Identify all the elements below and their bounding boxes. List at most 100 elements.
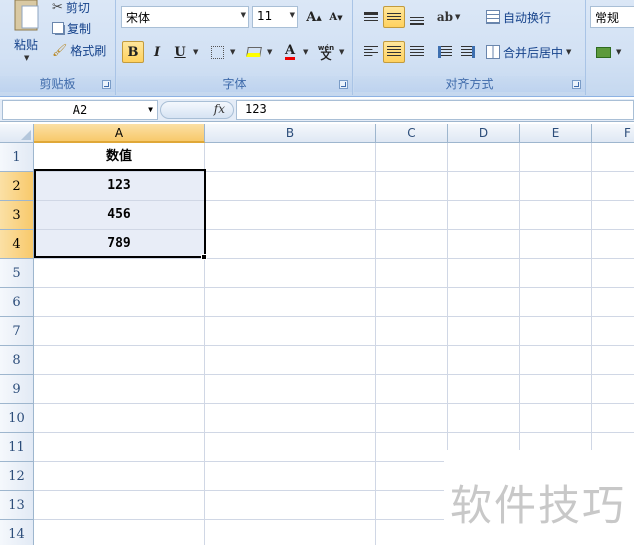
increase-indent-icon[interactable] [457, 41, 479, 63]
cell-c4[interactable] [376, 230, 448, 259]
cell-f8[interactable] [592, 346, 634, 375]
cell-a6[interactable] [34, 288, 205, 317]
cell-a14[interactable] [34, 520, 205, 545]
paste-button[interactable]: 粘贴 ▼ [6, 0, 46, 70]
col-header-e[interactable]: E [520, 124, 592, 143]
cell-a8[interactable] [34, 346, 205, 375]
fill-handle[interactable] [201, 254, 207, 260]
cell-e4[interactable] [520, 230, 592, 259]
row-header-9[interactable]: 9 [0, 375, 34, 404]
paste-dropdown-icon[interactable]: ▼ [24, 54, 29, 62]
cell-c9[interactable] [376, 375, 448, 404]
decrease-font-icon[interactable]: A ▼ [325, 6, 347, 28]
cell-f6[interactable] [592, 288, 634, 317]
col-header-b[interactable]: B [205, 124, 376, 143]
cell-d8[interactable] [448, 346, 520, 375]
align-bottom-icon[interactable] [406, 6, 428, 28]
align-middle-icon[interactable] [383, 6, 405, 28]
cell-d3[interactable] [448, 201, 520, 230]
cell-c6[interactable] [376, 288, 448, 317]
cell-b9[interactable] [205, 375, 376, 404]
row-header-1[interactable]: 1 [0, 143, 34, 172]
row-header-8[interactable]: 8 [0, 346, 34, 375]
cell-b5[interactable] [205, 259, 376, 288]
cell-a5[interactable] [34, 259, 205, 288]
col-header-c[interactable]: C [376, 124, 448, 143]
cell-c14[interactable] [376, 520, 448, 545]
col-header-f[interactable]: F [592, 124, 634, 143]
cell-f7[interactable] [592, 317, 634, 346]
cell-d4[interactable] [448, 230, 520, 259]
cell-b6[interactable] [205, 288, 376, 317]
fill-color-icon[interactable] [243, 41, 265, 63]
orientation-dropdown-icon[interactable]: ▼ [455, 13, 460, 21]
fill-color-dropdown-icon[interactable]: ▼ [267, 48, 272, 56]
cell-c7[interactable] [376, 317, 448, 346]
cell-e6[interactable] [520, 288, 592, 317]
row-header-13[interactable]: 13 [0, 491, 34, 520]
name-box-dropdown-icon[interactable]: ▼ [148, 101, 153, 119]
cell-b10[interactable] [205, 404, 376, 433]
phonetic-icon[interactable]: wén 文 [315, 41, 337, 63]
italic-button[interactable]: I [146, 41, 168, 63]
formula-input[interactable]: 123 [236, 100, 634, 120]
increase-font-icon[interactable]: A ▲ [303, 6, 325, 28]
cell-f1[interactable] [592, 143, 634, 172]
cell-d7[interactable] [448, 317, 520, 346]
cell-a3[interactable]: 456 [34, 201, 205, 230]
number-format-combo[interactable]: 常规 [590, 6, 634, 28]
cell-d5[interactable] [448, 259, 520, 288]
cell-c13[interactable] [376, 491, 448, 520]
cell-c10[interactable] [376, 404, 448, 433]
cell-b13[interactable] [205, 491, 376, 520]
row-header-5[interactable]: 5 [0, 259, 34, 288]
cell-a2[interactable]: 123 [34, 172, 205, 201]
cell-a11[interactable] [34, 433, 205, 462]
cell-b7[interactable] [205, 317, 376, 346]
row-header-11[interactable]: 11 [0, 433, 34, 462]
cell-c3[interactable] [376, 201, 448, 230]
align-center-icon[interactable] [383, 41, 405, 63]
row-header-3[interactable]: 3 [0, 201, 34, 230]
cell-e2[interactable] [520, 172, 592, 201]
merge-center-dropdown-icon[interactable]: ▼ [566, 48, 571, 56]
align-right-icon[interactable] [406, 41, 428, 63]
cell-f9[interactable] [592, 375, 634, 404]
decrease-indent-icon[interactable] [434, 41, 456, 63]
row-header-4[interactable]: 4 [0, 230, 34, 259]
cell-e1[interactable] [520, 143, 592, 172]
orientation-icon[interactable]: ab [434, 6, 456, 28]
align-left-icon[interactable] [360, 41, 382, 63]
cell-a1[interactable]: 数值 [34, 143, 205, 172]
cell-d1[interactable] [448, 143, 520, 172]
name-box[interactable]: A2 ▼ [2, 100, 158, 120]
cell-d10[interactable] [448, 404, 520, 433]
row-header-10[interactable]: 10 [0, 404, 34, 433]
border-icon[interactable] [206, 41, 228, 63]
cell-a12[interactable] [34, 462, 205, 491]
cell-d9[interactable] [448, 375, 520, 404]
font-size-combo[interactable]: 11 ▼ [252, 6, 298, 28]
font-size-dropdown-icon[interactable]: ▼ [290, 11, 295, 19]
cell-e7[interactable] [520, 317, 592, 346]
cell-c1[interactable] [376, 143, 448, 172]
cell-d2[interactable] [448, 172, 520, 201]
cell-e3[interactable] [520, 201, 592, 230]
cell-e9[interactable] [520, 375, 592, 404]
underline-button[interactable]: U [169, 41, 191, 63]
cell-e8[interactable] [520, 346, 592, 375]
cut-button[interactable]: ✂ 剪切 [52, 0, 90, 18]
insert-function-icon[interactable]: fx [214, 102, 225, 116]
row-header-14[interactable]: 14 [0, 520, 34, 545]
cell-b4[interactable] [205, 230, 376, 259]
cell-f3[interactable] [592, 201, 634, 230]
row-header-6[interactable]: 6 [0, 288, 34, 317]
row-header-7[interactable]: 7 [0, 317, 34, 346]
font-launcher-icon[interactable] [339, 80, 348, 89]
cell-a13[interactable] [34, 491, 205, 520]
cell-e5[interactable] [520, 259, 592, 288]
font-color-dropdown-icon[interactable]: ▼ [303, 48, 308, 56]
wrap-text-button[interactable]: 自动换行 [486, 6, 551, 28]
cell-b12[interactable] [205, 462, 376, 491]
cell-b8[interactable] [205, 346, 376, 375]
